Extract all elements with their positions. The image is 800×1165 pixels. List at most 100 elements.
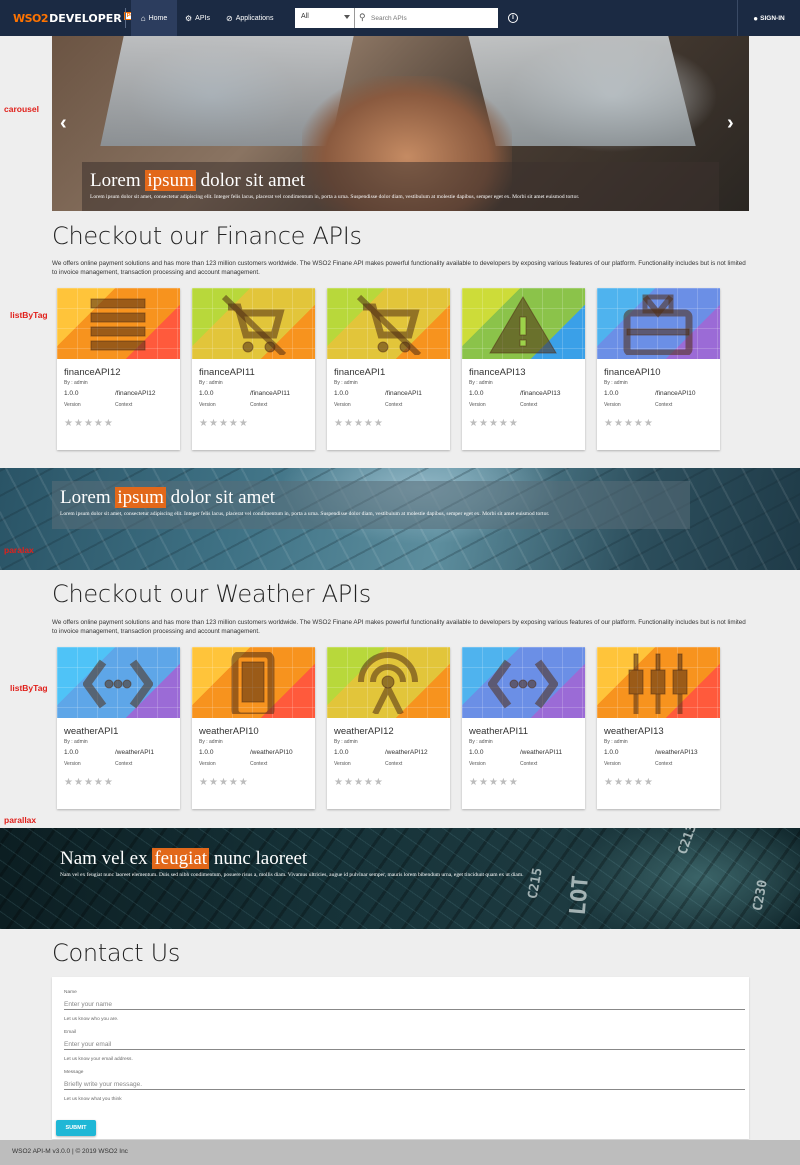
star-icon[interactable]: ★: [364, 778, 373, 788]
star-icon[interactable]: ★: [64, 778, 73, 788]
star-icon[interactable]: ★: [624, 419, 633, 429]
api-card[interactable]: financeAPI11 By : admin 1.0.0 /financeAP…: [192, 288, 315, 450]
star-icon[interactable]: ★: [624, 778, 633, 788]
star-icon[interactable]: ★: [344, 778, 353, 788]
star-icon[interactable]: ★: [209, 778, 218, 788]
api-name[interactable]: financeAPI1: [334, 367, 385, 378]
star-icon[interactable]: ★: [84, 419, 93, 429]
star-icon[interactable]: ★: [199, 778, 208, 788]
api-card[interactable]: financeAPI1 By : admin 1.0.0 /financeAPI…: [327, 288, 450, 450]
search-box: ⚲: [355, 8, 498, 28]
star-icon[interactable]: ★: [84, 778, 93, 788]
star-icon[interactable]: ★: [219, 419, 228, 429]
star-icon[interactable]: ★: [469, 778, 478, 788]
api-card[interactable]: financeAPI13 By : admin 1.0.0 /financeAP…: [462, 288, 585, 450]
api-card[interactable]: financeAPI10 By : admin 1.0.0 /financeAP…: [597, 288, 720, 450]
star-icon[interactable]: ★: [239, 419, 248, 429]
star-icon[interactable]: ★: [364, 419, 373, 429]
api-thumbnail[interactable]: [462, 288, 585, 359]
star-icon[interactable]: ★: [499, 419, 508, 429]
star-icon[interactable]: ★: [334, 419, 343, 429]
star-icon[interactable]: ★: [489, 778, 498, 788]
nav-applications[interactable]: ⊘ Applications: [226, 0, 273, 36]
nav-home[interactable]: ⌂ Home: [131, 0, 177, 36]
star-icon[interactable]: ★: [509, 778, 518, 788]
star-icon[interactable]: ★: [104, 419, 113, 429]
api-thumbnail[interactable]: [597, 288, 720, 359]
star-icon[interactable]: ★: [94, 778, 103, 788]
star-icon[interactable]: ★: [634, 778, 643, 788]
star-icon[interactable]: ★: [199, 419, 208, 429]
api-card[interactable]: weatherAPI1 By : admin 1.0.0 /weatherAPI…: [57, 647, 180, 809]
star-icon[interactable]: ★: [489, 419, 498, 429]
api-thumbnail[interactable]: [327, 647, 450, 718]
star-icon[interactable]: ★: [374, 419, 383, 429]
star-icon[interactable]: ★: [94, 419, 103, 429]
api-card[interactable]: weatherAPI11 By : admin 1.0.0 /weatherAP…: [462, 647, 585, 809]
star-icon[interactable]: ★: [644, 778, 653, 788]
api-thumbnail[interactable]: [57, 647, 180, 718]
api-card[interactable]: weatherAPI13 By : admin 1.0.0 /weatherAP…: [597, 647, 720, 809]
api-version-label: Version: [604, 402, 621, 408]
name-field[interactable]: [64, 999, 745, 1010]
star-icon[interactable]: ★: [229, 778, 238, 788]
star-icon[interactable]: ★: [509, 419, 518, 429]
star-icon[interactable]: ★: [354, 419, 363, 429]
api-thumbnail[interactable]: [327, 288, 450, 359]
api-name[interactable]: weatherAPI13: [604, 726, 664, 737]
star-icon[interactable]: ★: [239, 778, 248, 788]
carousel-next-arrow-icon[interactable]: ›: [727, 112, 734, 135]
star-icon[interactable]: ★: [104, 778, 113, 788]
star-icon[interactable]: ★: [479, 419, 488, 429]
api-name[interactable]: weatherAPI12: [334, 726, 394, 737]
api-name[interactable]: financeAPI11: [199, 367, 255, 378]
star-icon[interactable]: ★: [604, 778, 613, 788]
star-icon[interactable]: ★: [74, 419, 83, 429]
carousel-prev-arrow-icon[interactable]: ‹: [60, 112, 67, 135]
api-name[interactable]: weatherAPI11: [469, 726, 528, 737]
star-icon[interactable]: ★: [374, 778, 383, 788]
name-field-label: Name: [64, 990, 77, 995]
star-icon[interactable]: ★: [344, 419, 353, 429]
star-icon[interactable]: ★: [229, 419, 238, 429]
star-icon[interactable]: ★: [604, 419, 613, 429]
api-card[interactable]: weatherAPI12 By : admin 1.0.0 /weatherAP…: [327, 647, 450, 809]
api-name[interactable]: weatherAPI1: [64, 726, 118, 737]
api-name[interactable]: financeAPI12: [64, 367, 121, 378]
star-icon[interactable]: ★: [469, 419, 478, 429]
api-context-label: Context: [250, 402, 268, 408]
api-name[interactable]: financeAPI13: [469, 367, 526, 378]
api-thumbnail[interactable]: [597, 647, 720, 718]
star-icon[interactable]: ★: [499, 778, 508, 788]
nav-apis[interactable]: ⚙ APIs: [185, 0, 210, 36]
api-name[interactable]: weatherAPI10: [199, 726, 259, 737]
star-icon[interactable]: ★: [219, 778, 228, 788]
search-input[interactable]: [371, 11, 493, 25]
star-icon[interactable]: ★: [634, 419, 643, 429]
submit-button[interactable]: SUBMIT: [56, 1120, 96, 1136]
sign-in-button[interactable]: ● SIGN-IN: [737, 0, 800, 36]
api-thumbnail[interactable]: [192, 288, 315, 359]
api-context-label: Context: [520, 402, 538, 408]
api-thumbnail[interactable]: [462, 647, 585, 718]
search-scope-select[interactable]: All: [295, 8, 355, 28]
star-icon[interactable]: ★: [74, 778, 83, 788]
star-icon[interactable]: ★: [209, 419, 218, 429]
star-icon[interactable]: ★: [614, 419, 623, 429]
api-thumbnail[interactable]: [57, 288, 180, 359]
star-icon[interactable]: ★: [614, 778, 623, 788]
api-name[interactable]: financeAPI10: [604, 367, 661, 378]
star-icon[interactable]: ★: [354, 778, 363, 788]
star-icon[interactable]: ★: [479, 778, 488, 788]
message-field[interactable]: [64, 1079, 745, 1090]
api-card[interactable]: financeAPI12 By : admin 1.0.0 /financeAP…: [57, 288, 180, 450]
star-icon[interactable]: ★: [334, 778, 343, 788]
api-provider: By : admin: [334, 739, 358, 745]
star-icon[interactable]: ★: [644, 419, 653, 429]
star-icon[interactable]: ★: [64, 419, 73, 429]
info-icon[interactable]: i: [508, 13, 518, 23]
email-field[interactable]: [64, 1039, 745, 1050]
api-context-label: Context: [655, 402, 673, 408]
api-thumbnail[interactable]: [192, 647, 315, 718]
api-card[interactable]: weatherAPI10 By : admin 1.0.0 /weatherAP…: [192, 647, 315, 809]
